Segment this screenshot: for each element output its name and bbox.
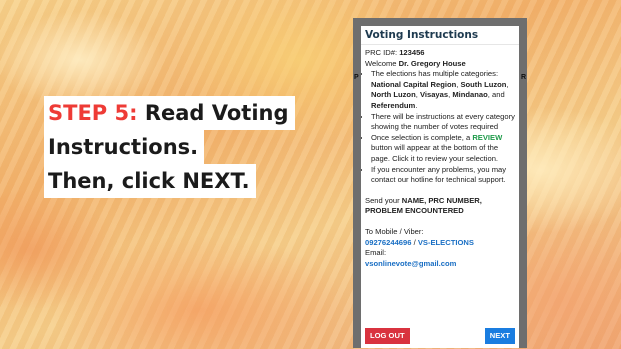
viber-name-link[interactable]: VS-ELECTIONS [418, 238, 474, 247]
separator: , and [487, 90, 505, 100]
instruction-item: If you encounter any problems, you may c… [371, 165, 515, 186]
prc-id-label: PRC ID#: [365, 48, 400, 57]
instructions-list: The elections has multiple categories: N… [365, 69, 515, 186]
mobile-number-link[interactable]: 09276244696 [365, 238, 411, 247]
mobile-label: To Mobile / Viber: [365, 226, 424, 236]
category-north-luzon: North Luzon [371, 90, 416, 100]
instruction-item: Once selection is complete, a REVIEW but… [371, 133, 515, 165]
step-label: STEP 5: [48, 101, 138, 125]
welcome-label: Welcome [365, 58, 399, 68]
instruction-text: The elections has multiple categories: [371, 69, 499, 79]
panel-edge-right-text: R [520, 74, 526, 81]
instruction-text: button will appear at the bottom of the … [371, 143, 499, 163]
review-highlight: REVIEW [472, 132, 503, 142]
instruction-text: Once selection is complete, a [371, 132, 473, 142]
send-instructions: Send your NAME, PRC NUMBER, PROBLEM ENCO… [365, 196, 515, 217]
step-line-2: Instructions. [44, 130, 205, 164]
prc-id-line: PRC ID#: 123456 [365, 48, 515, 59]
button-row: LOG OUT NEXT [361, 328, 519, 344]
next-button[interactable]: NEXT [484, 328, 515, 344]
instructions-panel: P R Voting Instructions PRC ID#: 123456 … [353, 18, 527, 348]
panel-edge-left-text: P [354, 74, 359, 81]
category-visayas: Visayas [419, 90, 449, 100]
step-instruction: STEP 5: Read Voting Instructions. Then, … [44, 96, 295, 198]
step-line-1-text: Read Voting [137, 101, 289, 125]
welcome-line: Welcome Dr. Gregory House [365, 59, 515, 70]
category-mindanao: Mindanao [452, 90, 488, 100]
instructions-card: Voting Instructions PRC ID#: 123456 Welc… [361, 26, 519, 348]
email-link[interactable]: vsonlinevote@gmail.com [365, 259, 515, 270]
step-line-3: Then, click NEXT. [44, 164, 256, 198]
instruction-item: The elections has multiple categories: N… [371, 69, 515, 111]
panel-title: Voting Instructions [361, 26, 519, 45]
mobile-line: 09276244696 / VS-ELECTIONS [365, 238, 515, 249]
email-label: Email: [365, 248, 387, 258]
instruction-item: There will be instructions at every cate… [371, 112, 515, 133]
separator: . [415, 100, 418, 110]
category-referendum: Referendum [371, 100, 416, 110]
step-line-1: STEP 5: Read Voting [44, 96, 295, 130]
prc-id-value: 123456 [399, 48, 425, 57]
logout-button[interactable]: LOG OUT [365, 328, 410, 344]
category-south-luzon: South Luzon [460, 79, 507, 89]
send-label: Send your [365, 195, 402, 205]
user-name: Dr. Gregory House [398, 58, 466, 68]
category-ncr: National Capital Region [371, 79, 457, 89]
separator: , [506, 79, 509, 89]
instructions-content: PRC ID#: 123456 Welcome Dr. Gregory Hous… [361, 45, 519, 269]
